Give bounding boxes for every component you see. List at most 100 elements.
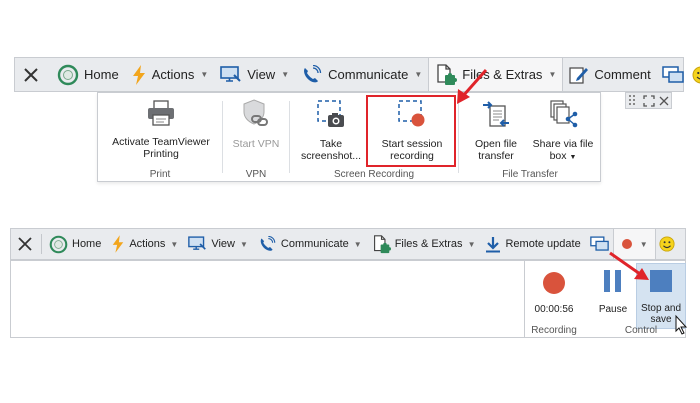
open-file-transfer-line2: transfer <box>478 150 514 162</box>
start-vpn-button[interactable]: Start VPN <box>227 99 285 150</box>
phone-icon <box>258 235 277 253</box>
home-button[interactable]: Home <box>44 229 106 259</box>
screenshot-camera-icon <box>296 99 366 132</box>
file-transfer-group-label: File Transfer <box>502 169 558 180</box>
actions-label: Actions <box>129 238 166 250</box>
view-label: View <box>211 238 235 250</box>
close-button[interactable] <box>15 58 47 91</box>
close-icon <box>23 67 39 83</box>
chevron-down-icon: ▼ <box>569 154 577 161</box>
remote-update-label: Remote update <box>505 238 581 250</box>
actions-menu[interactable]: Actions ▼ <box>125 58 215 91</box>
comment-button[interactable]: Comment <box>563 58 656 91</box>
chevron-down-icon: ▼ <box>240 239 248 249</box>
files-extras-label: Files & Extras <box>462 67 543 82</box>
group-separator <box>524 261 525 337</box>
remote-update-button[interactable]: Remote update <box>480 229 585 259</box>
communicate-menu[interactable]: Communicate ▼ <box>295 58 428 91</box>
smiley-icon <box>692 66 700 84</box>
pause-icon <box>595 269 631 296</box>
red-highlight-box <box>366 95 456 167</box>
recording-group-label: Recording <box>531 325 577 336</box>
vpn-group-label: VPN <box>245 169 267 180</box>
monitor-icon <box>188 236 207 252</box>
window-icon <box>661 65 684 84</box>
window-toggle-button[interactable] <box>657 58 689 91</box>
pause-label: Pause <box>598 304 628 315</box>
feedback-smiley-button[interactable] <box>689 58 700 91</box>
comment-pencil-icon <box>569 65 589 85</box>
take-screenshot-line1: Take <box>319 138 343 150</box>
control-group-label: Control <box>624 325 658 336</box>
close-button[interactable] <box>11 229 39 259</box>
monitor-icon <box>220 65 242 84</box>
smiley-icon <box>659 236 675 252</box>
toolbar-separator <box>41 234 42 254</box>
communicate-label: Communicate <box>280 238 349 250</box>
vpn-group: Start VPN VPN <box>223 93 289 183</box>
share-via-file-box-button[interactable]: Share via file box ▼ <box>529 99 597 164</box>
communicate-label: Communicate <box>328 67 409 82</box>
stop-and-save-line2: save <box>650 314 672 325</box>
home-label: Home <box>72 238 102 250</box>
chevron-down-icon: ▼ <box>281 70 290 79</box>
close-icon <box>18 237 32 251</box>
open-file-transfer-line1: Open file <box>474 138 518 150</box>
files-extras-menu[interactable]: Files & Extras ▼ <box>428 58 564 91</box>
chevron-down-icon: ▼ <box>548 70 557 79</box>
mini-tool-panel <box>625 92 672 109</box>
view-menu[interactable]: View ▼ <box>183 229 253 259</box>
print-group: Activate TeamViewer Printing Print <box>98 93 222 183</box>
download-arrow-icon <box>485 236 501 253</box>
files-extras-menu[interactable]: Files & Extras ▼ <box>367 229 481 259</box>
home-button[interactable]: Home <box>51 58 125 91</box>
file-puzzle-icon <box>435 63 458 86</box>
screen-recording-group-label: Screen Recording <box>333 169 415 180</box>
take-screenshot-line2: screenshot... <box>300 150 362 162</box>
recording-menu[interactable]: ▼ <box>612 229 656 259</box>
stop-square-icon <box>637 269 685 296</box>
phone-icon <box>301 64 323 85</box>
grip-icon[interactable] <box>629 94 639 107</box>
home-label: Home <box>84 67 119 82</box>
printer-icon <box>104 99 218 130</box>
feedback-smiley-button[interactable] <box>656 229 678 259</box>
view-menu[interactable]: View ▼ <box>214 58 295 91</box>
toolbar-bottom: Home Actions ▼ View ▼ Communicate ▼ File… <box>10 228 686 260</box>
window-icon <box>589 236 609 252</box>
actions-menu[interactable]: Actions ▼ <box>106 229 183 259</box>
share-files-icon <box>529 99 597 132</box>
chevron-down-icon: ▼ <box>170 239 179 249</box>
recording-timer: 00:00:56 <box>529 271 579 315</box>
stop-and-save-button[interactable]: Stop and save <box>637 269 685 325</box>
share-line2: box <box>549 150 567 162</box>
activate-printing-button[interactable]: Activate TeamViewer Printing <box>104 99 218 160</box>
close-icon[interactable] <box>659 96 669 106</box>
file-transfer-icon <box>465 99 527 132</box>
record-circle-icon <box>529 271 579 298</box>
timer-value: 00:00:56 <box>534 304 574 315</box>
chevron-down-icon: ▼ <box>353 239 362 249</box>
home-icon <box>57 64 79 86</box>
share-line1: Share via file <box>532 138 594 150</box>
stop-and-save-line1: Stop and <box>640 303 682 314</box>
chevron-down-icon: ▼ <box>200 70 209 79</box>
communicate-menu[interactable]: Communicate ▼ <box>253 229 367 259</box>
file-puzzle-icon <box>372 234 391 254</box>
activate-printing-line2: Printing <box>143 148 179 160</box>
actions-label: Actions <box>151 67 195 82</box>
lightning-icon <box>111 235 125 253</box>
open-file-transfer-button[interactable]: Open file transfer <box>465 99 527 162</box>
take-screenshot-button[interactable]: Take screenshot... <box>296 99 366 162</box>
home-icon <box>49 235 68 254</box>
chevron-down-icon: ▼ <box>414 70 423 79</box>
chevron-down-icon: ▼ <box>467 239 476 249</box>
start-vpn-label: Start VPN <box>232 138 280 150</box>
record-dot-icon <box>621 238 633 250</box>
view-label: View <box>247 67 276 82</box>
window-toggle-button[interactable] <box>586 229 613 259</box>
pause-button[interactable]: Pause <box>595 269 631 315</box>
files-extras-ribbon: Activate TeamViewer Printing Print Start… <box>97 92 601 182</box>
activate-printing-line1: Activate TeamViewer <box>112 136 210 148</box>
fullscreen-icon[interactable] <box>643 94 655 107</box>
